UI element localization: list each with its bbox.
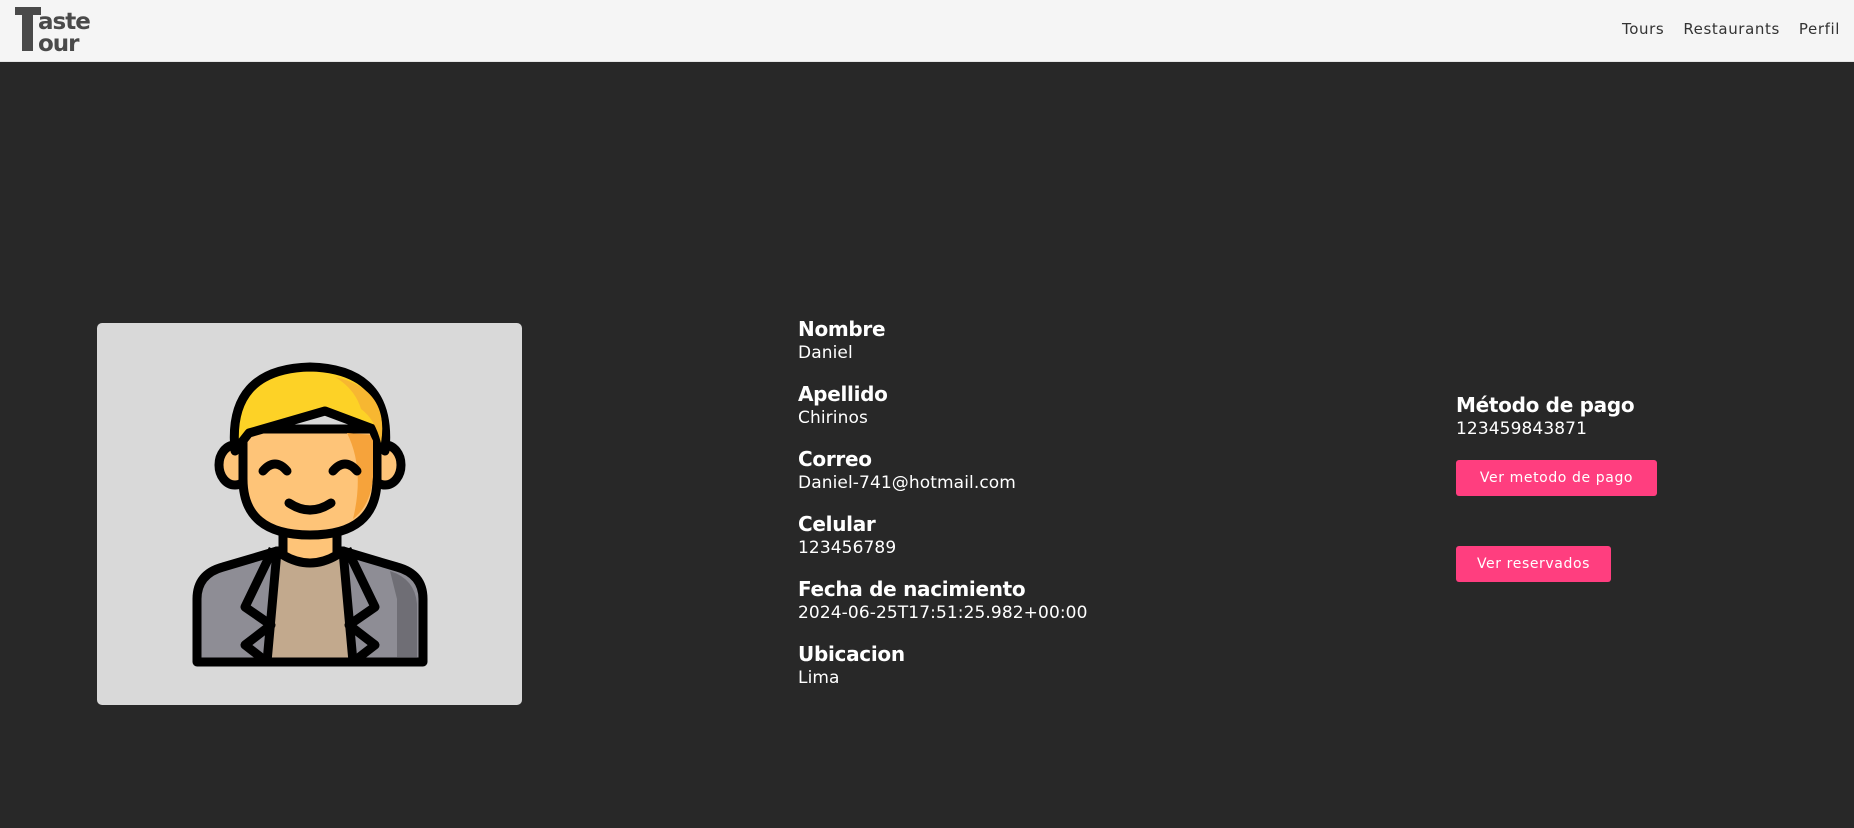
field-fecha-nacimiento: Fecha de nacimiento 2024-06-25T17:51:25.… — [798, 576, 1088, 641]
field-label: Correo — [798, 447, 872, 471]
field-value: 2024-06-25T17:51:25.982+00:00 — [798, 603, 1088, 623]
nav-tours-link[interactable]: Tours — [1622, 20, 1664, 38]
field-value: Daniel-741@hotmail.com — [798, 473, 1016, 493]
payment-info: Método de pago 123459843871 — [1456, 392, 1635, 440]
svg-text:our: our — [38, 31, 80, 55]
field-value: Daniel — [798, 343, 853, 363]
payment-method-value: 123459843871 — [1456, 419, 1587, 439]
navbar: aste our Tours Restaurants Perfil — [0, 0, 1854, 62]
user-avatar-icon — [192, 362, 428, 667]
field-correo: Correo Daniel-741@hotmail.com — [798, 446, 1088, 511]
field-celular: Celular 123456789 — [798, 511, 1088, 576]
field-label: Apellido — [798, 382, 888, 406]
field-label: Fecha de nacimiento — [798, 577, 1026, 601]
field-nombre: Nombre Daniel — [798, 316, 1088, 381]
field-label: Ubicacion — [798, 642, 905, 666]
view-payment-method-button[interactable]: Ver metodo de pago — [1456, 460, 1657, 496]
profile-info: Nombre Daniel Apellido Chirinos Correo D… — [798, 316, 1088, 706]
nav-perfil-link[interactable]: Perfil — [1799, 20, 1840, 38]
taste-tour-logo[interactable]: aste our — [14, 5, 106, 57]
field-value: Chirinos — [798, 408, 868, 428]
field-value: Lima — [798, 668, 840, 688]
nav-links: Tours Restaurants Perfil — [1622, 20, 1840, 38]
field-label: Nombre — [798, 317, 886, 341]
payment-method-label: Método de pago — [1456, 393, 1635, 417]
field-apellido: Apellido Chirinos — [798, 381, 1088, 446]
field-value: 123456789 — [798, 538, 897, 558]
field-label: Celular — [798, 512, 876, 536]
view-reserved-button[interactable]: Ver reservados — [1456, 546, 1611, 582]
field-ubicacion: Ubicacion Lima — [798, 641, 1088, 706]
avatar-card — [97, 323, 522, 705]
nav-restaurants-link[interactable]: Restaurants — [1683, 20, 1780, 38]
